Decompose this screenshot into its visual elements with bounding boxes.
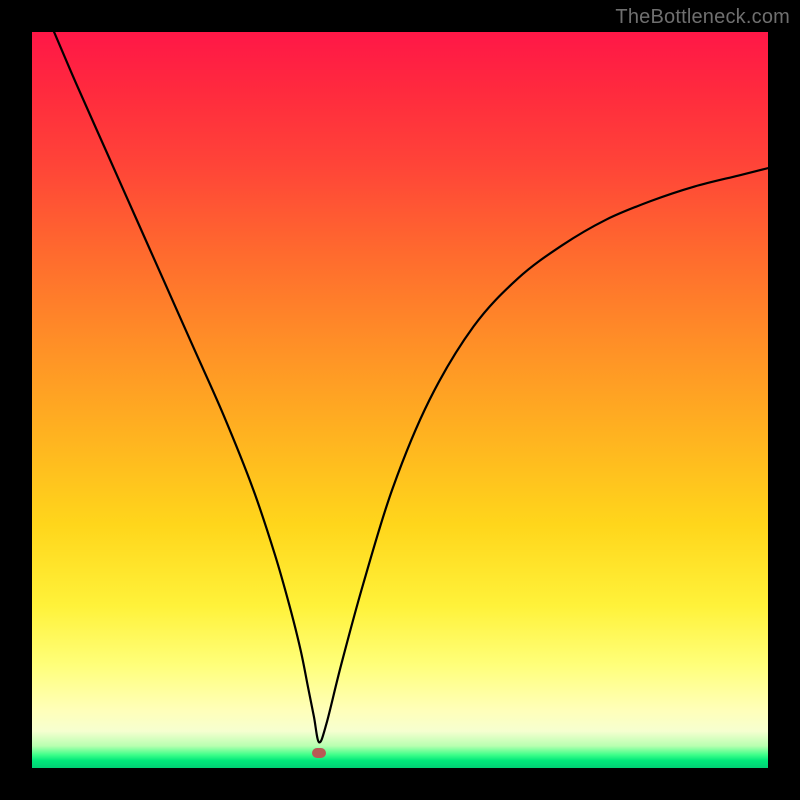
chart-frame: TheBottleneck.com: [0, 0, 800, 800]
watermark-text: TheBottleneck.com: [615, 6, 790, 29]
minimum-marker: [312, 748, 326, 758]
curve-layer: [32, 32, 768, 768]
plot-area: [32, 32, 768, 768]
bottleneck-curve: [54, 32, 768, 742]
